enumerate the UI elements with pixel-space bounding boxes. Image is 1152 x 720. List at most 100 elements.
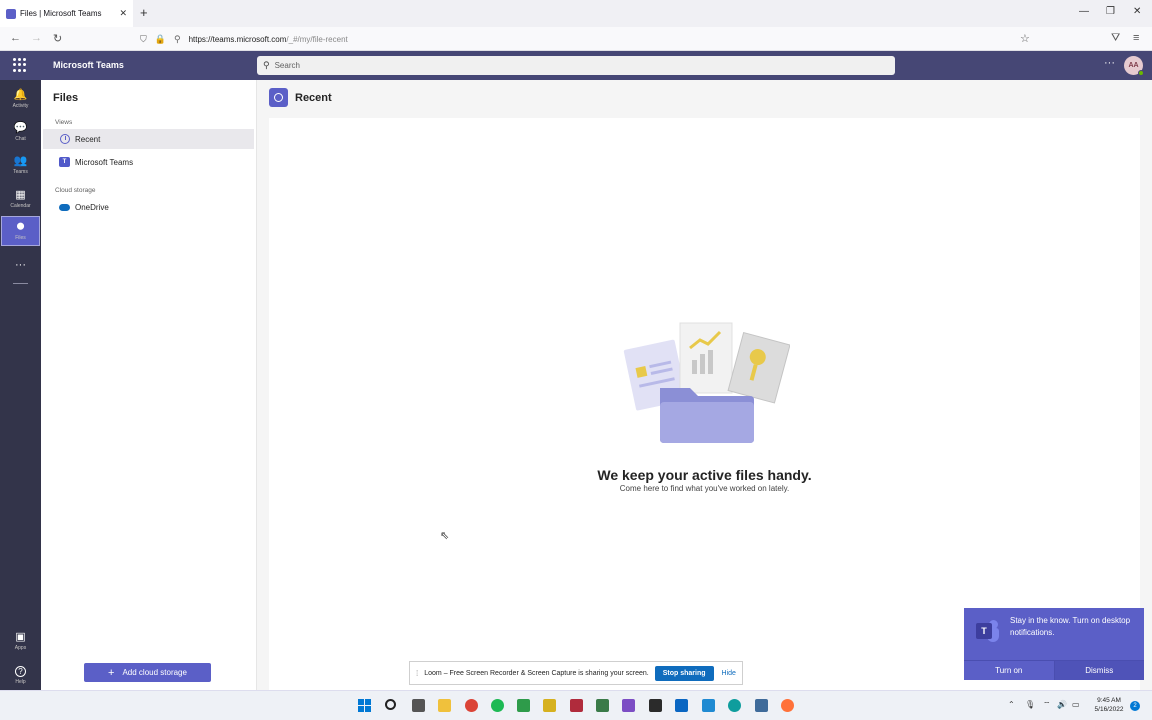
clock-date: 5/16/2022 xyxy=(1094,706,1124,713)
close-tab-icon[interactable]: ✕ xyxy=(119,8,127,19)
notepad-icon[interactable] xyxy=(755,699,768,712)
vscode-icon[interactable] xyxy=(702,699,715,712)
taskbar-clock[interactable]: 9:45 AM 5/16/2022 xyxy=(1086,696,1132,714)
permissions-icon[interactable]: ⚲ xyxy=(174,34,181,45)
app-icon[interactable] xyxy=(596,699,609,712)
turn-on-button[interactable]: Turn on xyxy=(964,661,1054,680)
notifications-icon[interactable]: 2 xyxy=(1130,701,1140,711)
terminal-icon[interactable] xyxy=(649,699,662,712)
teams-favicon-icon xyxy=(6,8,16,19)
toast-message: Stay in the know. Turn on desktop notifi… xyxy=(1010,616,1131,637)
stop-sharing-button[interactable]: Stop sharing xyxy=(654,665,714,681)
app-launcher-icon[interactable] xyxy=(13,58,27,72)
rail-label: Files xyxy=(15,235,26,241)
drag-handle-icon[interactable]: ⁞ xyxy=(416,669,418,678)
calendar-icon: ▦ xyxy=(15,189,26,201)
clock-icon xyxy=(59,134,70,145)
plus-icon: + xyxy=(108,666,115,679)
window-close-icon[interactable]: ✕ xyxy=(1133,6,1141,17)
search-icon[interactable] xyxy=(385,699,396,710)
forward-icon[interactable]: → xyxy=(31,32,42,44)
nav-item-recent[interactable]: Recent xyxy=(43,129,254,149)
rail-more-apps[interactable]: ··· xyxy=(0,250,41,280)
nav-item-label: Microsoft Teams xyxy=(75,157,134,167)
cloud-storage-section-label: Cloud storage xyxy=(55,187,96,194)
rail-divider xyxy=(13,283,28,284)
rail-label: Apps xyxy=(14,645,27,651)
apps-icon: ▣ xyxy=(15,631,26,643)
shield-icon[interactable]: ⛉ xyxy=(140,34,147,45)
nav-item-onedrive[interactable]: OneDrive xyxy=(43,197,254,217)
browser-tab[interactable]: Files | Microsoft Teams ✕ xyxy=(0,0,133,27)
reload-icon[interactable]: ↻ xyxy=(53,32,62,45)
empty-state-subtitle: Come here to find what you've worked on … xyxy=(619,484,790,493)
firefox-icon[interactable] xyxy=(781,699,794,712)
rail-item-calendar[interactable]: ▦ Calendar xyxy=(0,184,41,214)
dismiss-button[interactable]: Dismiss xyxy=(1053,661,1144,680)
nav-item-microsoft-teams[interactable]: T Microsoft Teams xyxy=(43,152,254,172)
hide-button[interactable]: Hide xyxy=(722,670,736,677)
wifi-icon[interactable]: ⌔ xyxy=(1043,700,1051,710)
task-view-icon[interactable] xyxy=(412,699,425,712)
presence-available-icon xyxy=(1138,70,1144,76)
search-icon: ⚲ xyxy=(263,60,270,70)
nav-item-label: Recent xyxy=(75,134,101,144)
start-icon[interactable] xyxy=(358,699,371,712)
menu-icon[interactable]: ≡ xyxy=(1133,32,1139,44)
rail-item-teams[interactable]: 👥 Teams xyxy=(0,150,41,180)
chevron-up-icon[interactable]: ⌃ xyxy=(1008,700,1015,709)
chrome-icon[interactable] xyxy=(465,699,478,712)
battery-icon[interactable]: ▭ xyxy=(1072,700,1080,709)
edge-icon[interactable] xyxy=(728,699,741,712)
app-icon[interactable] xyxy=(543,699,556,712)
rail-item-help[interactable]: ? Help xyxy=(0,660,41,690)
app-icon[interactable] xyxy=(675,699,688,712)
spotify-icon[interactable] xyxy=(491,699,504,712)
onedrive-cloud-icon xyxy=(59,202,70,213)
more-options-icon[interactable]: ··· xyxy=(1104,57,1115,69)
tab-title: Files | Microsoft Teams xyxy=(20,9,102,18)
file-explorer-icon[interactable] xyxy=(438,699,451,712)
rail-label: Help xyxy=(15,678,26,685)
files-illustration xyxy=(623,322,790,443)
lock-icon[interactable]: 🔒 xyxy=(155,34,166,45)
app-icon[interactable] xyxy=(517,699,530,712)
app-icon[interactable] xyxy=(570,699,583,712)
main-content: Recent We keep your active files handy. … xyxy=(257,80,1152,690)
clock-time: 9:45 AM xyxy=(1097,697,1121,704)
back-icon[interactable]: ← xyxy=(10,32,21,44)
bookmark-star-icon[interactable]: ☆ xyxy=(1020,32,1030,45)
pocket-icon[interactable]: ⛛ xyxy=(1111,32,1120,45)
taskbar: ⌃ 🎙 ⌔ 🔊 ▭ 9:45 AM 5/16/2022 2 xyxy=(0,690,1152,720)
views-section-label: Views xyxy=(55,119,73,126)
search-placeholder: Search xyxy=(274,61,300,70)
teams-logo-icon: T xyxy=(976,620,999,642)
address-bar[interactable]: ⛉ 🔒 ⚲ https://teams.microsoft.com/_#/my/… xyxy=(140,30,1040,48)
rail-item-files[interactable]: ⬤ Files xyxy=(1,216,40,246)
rail-label: Activity xyxy=(12,103,29,109)
teams-logo-icon: T xyxy=(59,157,70,168)
avatar-initials: AA xyxy=(1128,62,1139,69)
new-tab-icon[interactable]: + xyxy=(140,5,148,20)
chat-icon: 💬 xyxy=(13,122,28,134)
avatar[interactable]: AA xyxy=(1124,56,1144,76)
browser-tab-bar: Files | Microsoft Teams ✕ + — ❐ ✕ xyxy=(0,0,1152,27)
empty-state-title: We keep your active files handy. xyxy=(597,467,812,483)
microphone-icon[interactable]: 🎙 xyxy=(1025,700,1035,709)
search-input[interactable]: ⚲ Search xyxy=(257,56,895,75)
rail-item-apps[interactable]: ▣ Apps xyxy=(0,626,41,656)
rail-item-activity[interactable]: 🔔 Activity xyxy=(0,84,41,114)
bell-icon: 🔔 xyxy=(13,89,28,101)
screen-sharing-bar: ⁞ Loom – Free Screen Recorder & Screen C… xyxy=(409,661,743,685)
nav-item-label: OneDrive xyxy=(75,202,109,212)
add-cloud-storage-button[interactable]: + Add cloud storage xyxy=(84,663,211,682)
volume-icon[interactable]: 🔊 xyxy=(1057,700,1067,709)
content-card: We keep your active files handy. Come he… xyxy=(269,118,1140,690)
visual-studio-icon[interactable] xyxy=(622,699,635,712)
minimize-icon[interactable]: — xyxy=(1079,6,1089,17)
sharing-message: Loom – Free Screen Recorder & Screen Cap… xyxy=(424,669,649,677)
restore-icon[interactable]: ❐ xyxy=(1106,6,1115,17)
rail-label: Teams xyxy=(13,169,28,175)
rail-item-chat[interactable]: 💬 Chat xyxy=(0,117,41,147)
teams-icon: 👥 xyxy=(13,155,28,167)
